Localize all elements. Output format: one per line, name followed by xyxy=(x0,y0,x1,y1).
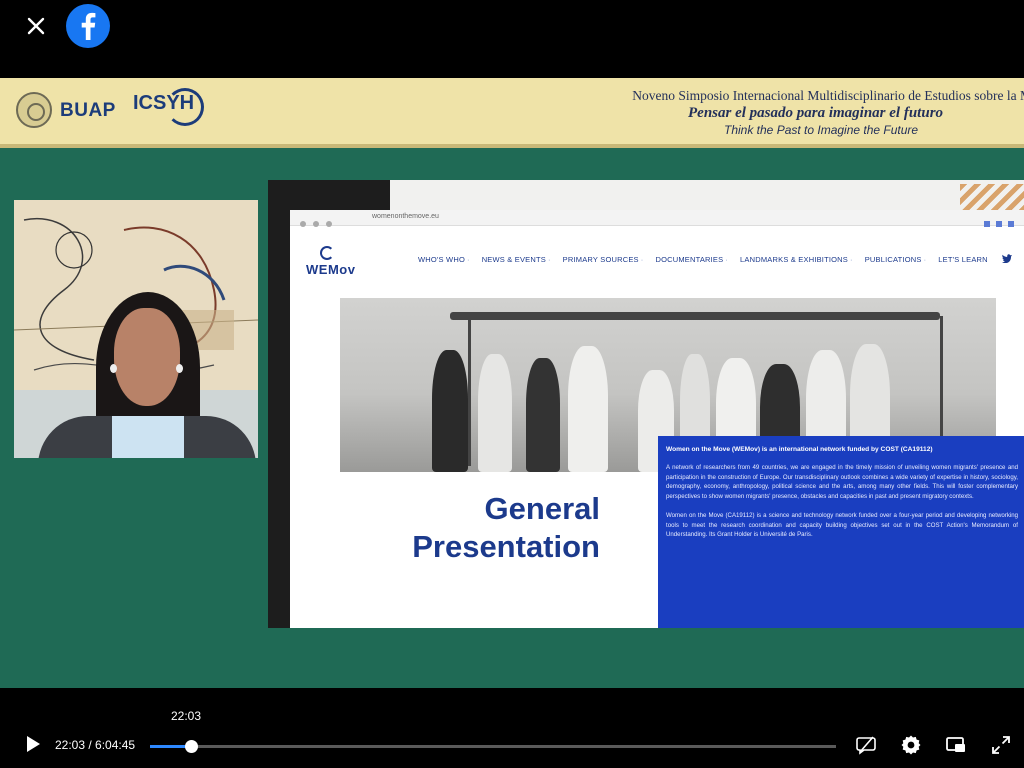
seek-time-tooltip: 22:03 xyxy=(171,709,202,723)
photo-figure xyxy=(526,358,560,472)
nav-item-documentaries: DOCUMENTARIES · xyxy=(655,255,729,264)
decorative-stripes xyxy=(960,184,1024,212)
browser-extension-icons xyxy=(978,214,1018,227)
event-banner: BUAP ICSYH Noveno Simposio Internacional… xyxy=(0,78,1024,148)
buap-logo: BUAP xyxy=(60,100,116,121)
info-box: Women on the Move (WEMov) is an internat… xyxy=(658,436,1024,628)
gear-icon[interactable] xyxy=(900,734,922,756)
photo-figure xyxy=(478,354,512,472)
shared-slide: womenonthemove.eu WEMov WHO'S WHO · NEWS … xyxy=(268,180,1024,628)
picture-in-picture-icon[interactable] xyxy=(945,734,967,756)
browser-nav-icons xyxy=(300,214,350,227)
photo-figure xyxy=(568,346,608,472)
facebook-logo-icon[interactable] xyxy=(66,4,110,48)
speaker-shirt xyxy=(112,416,184,458)
university-seal-icon xyxy=(16,92,52,128)
nav-item-publications: PUBLICATIONS · xyxy=(864,255,927,264)
slide-corner xyxy=(268,180,390,214)
browser-address-bar: womenonthemove.eu xyxy=(290,210,1024,227)
site-nav: WHO'S WHO · NEWS & EVENTS · PRIMARY SOURCE… xyxy=(418,255,988,264)
play-icon[interactable] xyxy=(25,735,41,753)
wemov-logo-icon xyxy=(320,246,334,260)
nav-item-lets-learn: LET'S LEARN xyxy=(938,255,988,264)
symposium-motto-en: Think the Past to Imagine the Future xyxy=(724,123,919,137)
close-icon[interactable] xyxy=(22,12,50,40)
info-title: Women on the Move (WEMov) is an internat… xyxy=(666,446,933,453)
website-screenshot: womenonthemove.eu WEMov WHO'S WHO · NEWS … xyxy=(290,210,1024,628)
speaker-face xyxy=(114,308,180,406)
photo-rope xyxy=(940,316,943,436)
icsyh-ring-icon xyxy=(166,88,204,126)
seek-bar[interactable] xyxy=(150,745,836,748)
url-text: womenonthemove.eu xyxy=(372,213,439,220)
info-paragraph-1: A network of researchers from 49 countri… xyxy=(666,464,1018,500)
photo-rope xyxy=(468,316,471,466)
info-paragraph-2: Women on the Move (CA19112) is a science… xyxy=(666,512,1018,538)
fullscreen-icon[interactable] xyxy=(990,734,1012,756)
nav-item-whos-who: WHO'S WHO · xyxy=(418,255,470,264)
captions-off-icon[interactable] xyxy=(855,734,877,756)
video-frame[interactable]: BUAP ICSYH Noveno Simposio Internacional… xyxy=(0,78,1024,688)
wemov-logo: WEMov xyxy=(306,262,356,277)
speaker-webcam xyxy=(14,200,258,458)
top-bar xyxy=(0,0,1024,52)
symposium-title: Noveno Simposio Internacional Multidisci… xyxy=(632,88,1024,103)
photo-figure xyxy=(432,350,468,472)
symposium-motto-es: Pensar el pasado para imaginar el futuro xyxy=(688,105,944,121)
earbud-icon xyxy=(110,364,117,373)
time-display: 22:03 / 6:04:45 xyxy=(55,738,136,752)
photo-beam xyxy=(450,312,940,320)
nav-item-landmarks: LANDMARKS & EXHIBITIONS · xyxy=(740,255,853,264)
earbud-icon xyxy=(176,364,183,373)
nav-item-primary-sources: PRIMARY SOURCES · xyxy=(562,255,644,264)
twitter-icon xyxy=(1002,254,1012,263)
nav-item-news-events: NEWS & EVENTS · xyxy=(481,255,551,264)
seek-handle[interactable] xyxy=(185,740,199,753)
slide-heading: General Presentation xyxy=(412,491,600,564)
